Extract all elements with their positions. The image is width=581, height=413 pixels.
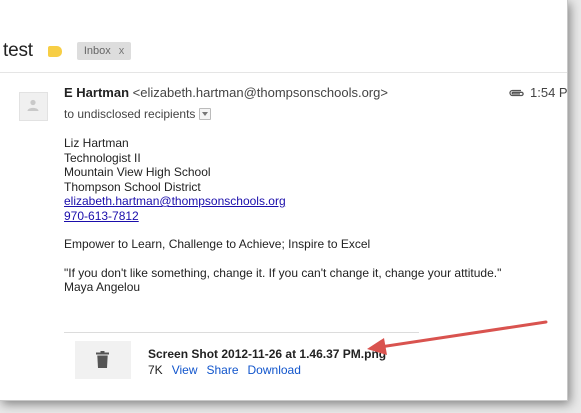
email-window: test Inbox x E Hartman <elizabeth.hartma… — [0, 0, 568, 401]
sender-email: <elizabeth.hartman@thompsonschools.org> — [132, 85, 388, 100]
attachment-share-link[interactable]: Share — [206, 363, 238, 377]
sender-name[interactable]: E Hartman — [64, 85, 129, 100]
header-divider — [0, 72, 567, 73]
person-icon — [27, 99, 39, 111]
attachment-size: 7K — [148, 363, 163, 377]
inbox-label-text: Inbox — [83, 45, 111, 57]
sender-avatar — [19, 92, 48, 121]
recipients-line: to undisclosed recipients — [64, 107, 212, 121]
signature-school: Mountain View High School — [64, 165, 211, 179]
attachment-view-link[interactable]: View — [172, 363, 198, 377]
signature-motto: Empower to Learn, Challenge to Achieve; … — [64, 237, 371, 251]
subject-row: test Inbox x — [3, 39, 132, 63]
signature-quote: "If you don't like something, change it.… — [64, 265, 502, 280]
message-body: Liz Hartman Technologist II Mountain Vie… — [64, 136, 501, 295]
attachment-divider — [64, 332, 419, 333]
attachment-download-link[interactable]: Download — [248, 363, 301, 377]
attachment-actions: 7K View Share Download — [148, 363, 301, 377]
recipients-text: to undisclosed recipients — [64, 107, 196, 121]
attachment-thumbnail[interactable] — [75, 341, 131, 379]
chevron-down-icon — [202, 112, 209, 116]
paperclip-icon — [509, 89, 524, 97]
remove-label-button[interactable]: x — [119, 42, 125, 60]
attachment-filename[interactable]: Screen Shot 2012-11-26 at 1.46.37 PM.png — [148, 347, 386, 361]
show-details-button[interactable] — [199, 108, 212, 120]
signature-email-link[interactable]: elizabeth.hartman@thompsonschools.org — [64, 194, 286, 208]
signature-title: Technologist II — [64, 150, 141, 165]
signature-phone-link[interactable]: 970-613-7812 — [64, 209, 139, 223]
trash-icon — [96, 351, 109, 368]
sender-line: E Hartman <elizabeth.hartman@thompsonsch… — [64, 85, 388, 100]
signature-name: Liz Hartman — [64, 136, 129, 150]
important-label-marker[interactable] — [47, 45, 62, 57]
signature-quote-author: Maya Angelou — [64, 280, 141, 294]
signature-district: Thompson School District — [64, 179, 201, 194]
inbox-label-chip[interactable]: Inbox x — [76, 42, 132, 60]
email-subject: test — [3, 40, 33, 61]
message-time: 1:54 P — [530, 85, 568, 100]
